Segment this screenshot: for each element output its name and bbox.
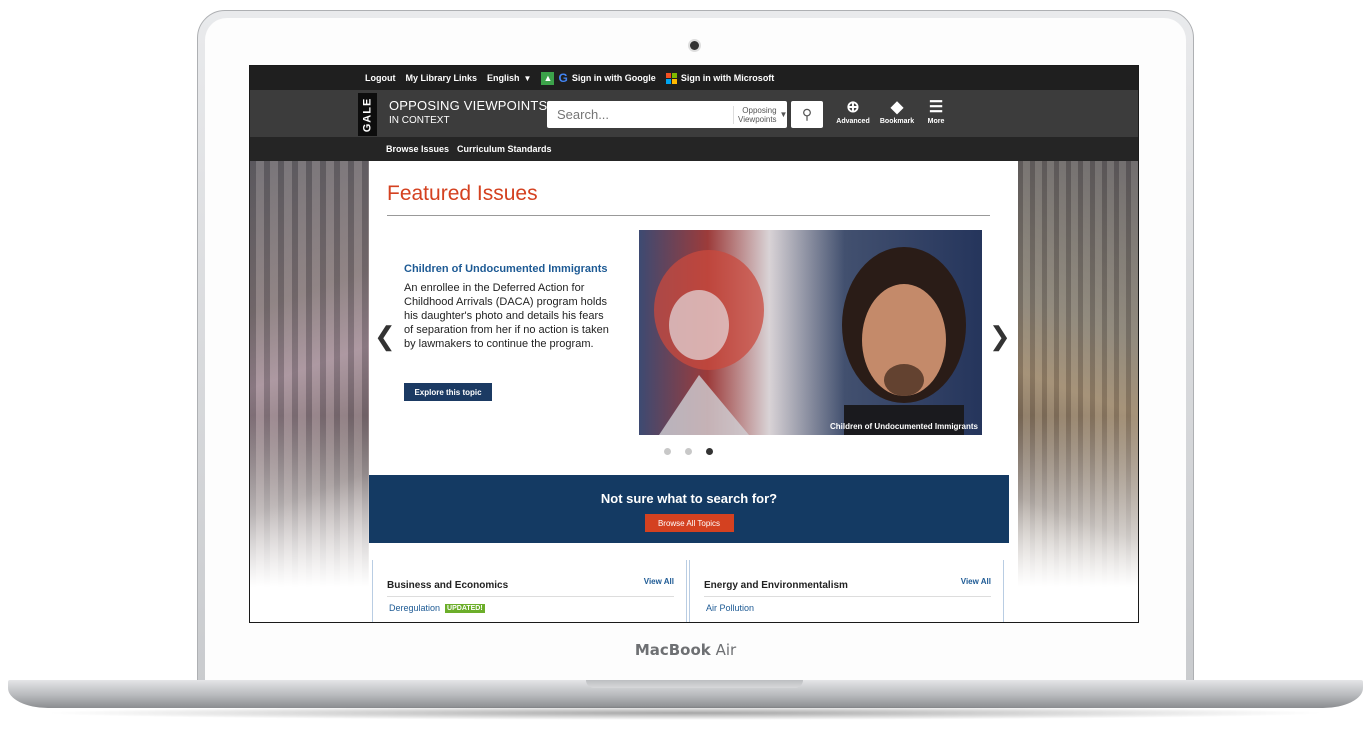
brand-light: Air [715, 641, 737, 659]
updated-badge: UPDATED! [445, 603, 485, 613]
background-photo-right [1018, 161, 1138, 622]
gale-logo-text: GALE [361, 97, 374, 132]
category-card-energy: Energy and Environmentalism View All Air… [689, 560, 1004, 622]
search-button[interactable]: ⚲ [791, 101, 823, 128]
list-item[interactable]: Deregulation UPDATED! [389, 603, 485, 613]
bookmark-icon: ◆ [890, 99, 904, 116]
curriculum-standards-link[interactable]: Curriculum Standards [457, 144, 552, 154]
bookmark-button[interactable]: ◆ Bookmark [877, 98, 917, 125]
slide-caption: Children of Undocumented Immigrants [829, 422, 978, 431]
language-label: English [487, 73, 520, 83]
carousel-dot-2[interactable] [685, 448, 692, 455]
brand-bold: MacBook [634, 641, 711, 659]
search-icon: ⚲ [801, 106, 813, 122]
search-box: Opposing Viewpoints ▼ [547, 101, 787, 128]
featured-issues-heading: Featured Issues [387, 182, 538, 205]
browse-bar: Browse Issues Curriculum Standards [250, 137, 1138, 161]
list-item-label: Deregulation [389, 603, 441, 613]
google-signin-label: Sign in with Google [571, 73, 656, 83]
caret-down-icon: ▼ [779, 110, 788, 119]
microsoft-signin-label: Sign in with Microsoft [680, 73, 775, 83]
carousel-prev-button[interactable]: ❮ [374, 321, 396, 352]
browse-issues-link[interactable]: Browse Issues [386, 144, 449, 154]
not-sure-banner: Not sure what to search for? Browse All … [369, 475, 1009, 543]
not-sure-question: Not sure what to search for? [600, 491, 778, 506]
featured-issues-panel: Featured Issues ❮ ❯ Children of Undocume… [369, 161, 1011, 622]
slide-title-link[interactable]: Children of Undocumented Immigrants [404, 263, 608, 275]
chevron-right-icon: ❯ [989, 321, 1011, 351]
advanced-search-icon: ⊕ [846, 99, 860, 116]
product-title-line1: OPPOSING VIEWPOINTS [389, 98, 548, 113]
library-links-link[interactable]: My Library Links [406, 73, 478, 83]
laptop-notch [586, 680, 803, 688]
list-item-label: Air Pollution [706, 603, 755, 613]
page-content: Featured Issues ❮ ❯ Children of Undocume… [250, 161, 1138, 622]
explore-topic-button[interactable]: Explore this topic [404, 383, 492, 401]
card-divider [387, 596, 674, 597]
laptop-brand-label: MacBook Air [0, 641, 1371, 659]
chevron-left-icon: ❮ [374, 321, 396, 351]
laptop-shadow [40, 706, 1330, 720]
bookmark-label: Bookmark [879, 118, 915, 125]
browser-screen: Logout My Library Links English ▼ ▲ G Si… [249, 65, 1139, 623]
product-title[interactable]: OPPOSING VIEWPOINTS IN CONTEXT [389, 98, 547, 126]
slide-image[interactable]: Children of Undocumented Immigrants [639, 230, 982, 435]
hamburger-menu-icon: ☰ [928, 99, 944, 116]
background-photo-left [250, 161, 370, 622]
search-scope-dropdown[interactable]: Opposing Viewpoints ▼ [733, 105, 791, 124]
language-dropdown[interactable]: English ▼ [487, 73, 531, 83]
logout-link[interactable]: Logout [365, 73, 396, 83]
laptop-mockup: Logout My Library Links English ▼ ▲ G Si… [0, 0, 1371, 729]
google-signin-button[interactable]: ▲ G Sign in with Google [541, 71, 656, 85]
view-all-link[interactable]: View All [961, 577, 991, 586]
view-all-link[interactable]: View All [644, 577, 674, 586]
carousel-dots [664, 448, 713, 455]
scope-line2: Viewpoints [738, 114, 777, 124]
card-divider [704, 596, 991, 597]
google-classroom-icon: ▲ [541, 71, 555, 85]
caret-down-icon: ▼ [523, 73, 532, 83]
carousel-dot-1[interactable] [664, 448, 671, 455]
scope-line1: Opposing [742, 105, 777, 115]
product-title-line2: IN CONTEXT [389, 115, 450, 126]
category-card-business: Business and Economics View All Deregula… [372, 560, 687, 622]
carousel-next-button[interactable]: ❯ [989, 321, 1011, 352]
more-label: More [927, 118, 945, 125]
advanced-search-button[interactable]: ⊕ Advanced [833, 98, 873, 125]
search-input[interactable] [547, 101, 733, 128]
carousel-dot-3[interactable] [706, 448, 713, 455]
list-item[interactable]: Air Pollution [706, 603, 754, 613]
google-icon: G [558, 71, 568, 85]
main-header: GALE OPPOSING VIEWPOINTS IN CONTEXT Oppo… [250, 90, 1138, 137]
camera-icon [690, 41, 699, 50]
more-menu-button[interactable]: ☰ More [916, 98, 956, 125]
browse-all-topics-button[interactable]: Browse All Topics [644, 514, 734, 532]
gale-logo[interactable]: GALE [358, 93, 377, 136]
microsoft-icon [665, 72, 677, 84]
card-title: Energy and Environmentalism [704, 580, 848, 591]
microsoft-signin-button[interactable]: Sign in with Microsoft [665, 72, 775, 84]
utility-bar: Logout My Library Links English ▼ ▲ G Si… [250, 66, 1138, 90]
card-title: Business and Economics [387, 580, 509, 591]
slide-description: An enrollee in the Deferred Action for C… [404, 282, 609, 350]
advanced-label: Advanced [836, 118, 870, 125]
heading-divider [387, 215, 990, 216]
